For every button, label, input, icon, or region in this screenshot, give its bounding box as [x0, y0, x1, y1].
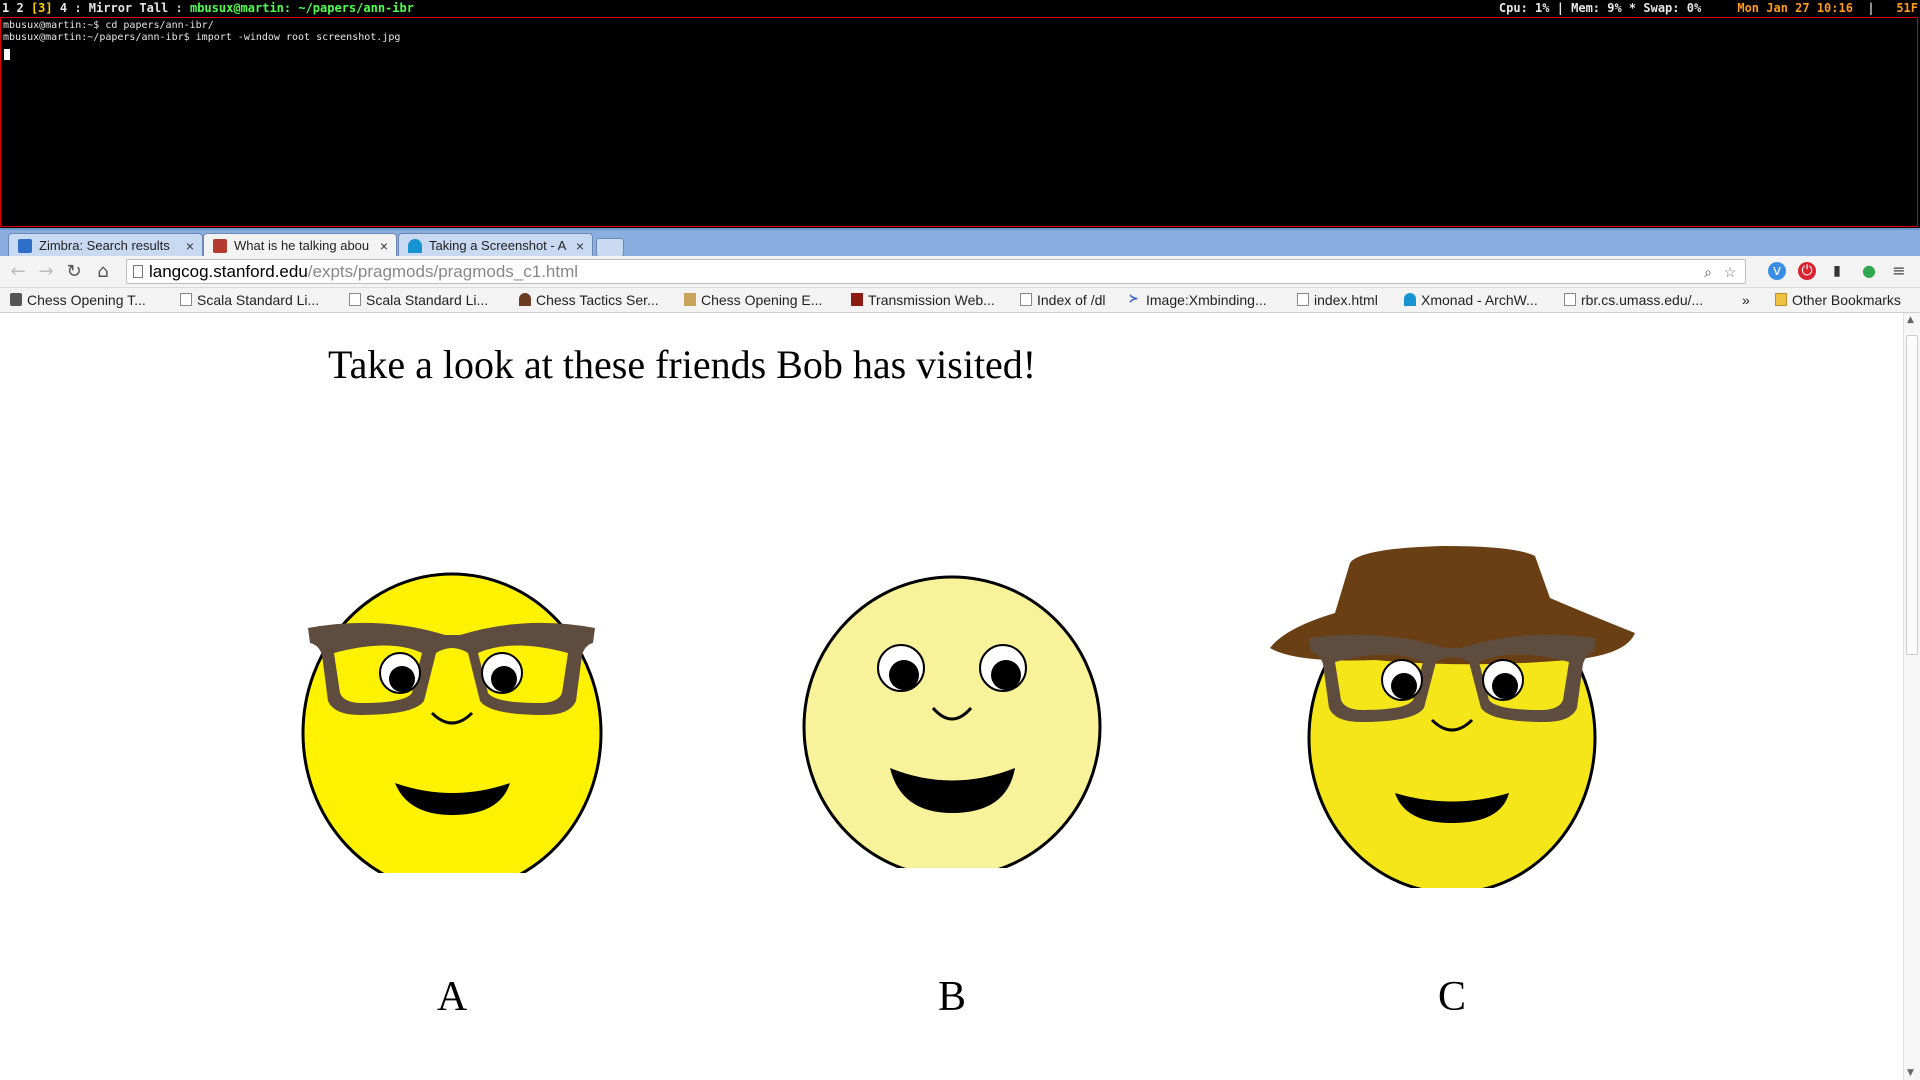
tab-label: What is he talking abou — [234, 238, 370, 253]
bookmark-item[interactable]: Chess Opening T... — [8, 288, 146, 312]
chess-icon — [684, 293, 696, 306]
zoom-icon[interactable]: ⌕ — [1699, 263, 1717, 281]
bookmark-item[interactable]: Xmonad - ArchW... — [1402, 288, 1538, 312]
scroll-up-arrow-icon[interactable]: ▲ — [1907, 315, 1914, 325]
tab-strip: Zimbra: Search results × What is he talk… — [0, 228, 1920, 259]
xmonad-icon: ≻ — [1129, 293, 1139, 305]
page-icon — [180, 293, 192, 306]
puzzle-icon — [213, 239, 227, 253]
face-c-glasses-hat[interactable] — [1265, 488, 1645, 888]
knight-icon — [519, 293, 531, 306]
tab-label: Zimbra: Search results — [39, 238, 170, 253]
layout-name: Mirror Tall — [88, 1, 169, 15]
vertical-scrollbar[interactable]: ▲ ▼ — [1903, 313, 1920, 1080]
choice-label-c[interactable]: C — [1392, 973, 1512, 1021]
bookmarks-overflow-button[interactable]: » — [1742, 288, 1750, 312]
separator — [1708, 1, 1730, 15]
bookmark-item[interactable]: Index of /dl — [1018, 288, 1106, 312]
bookmark-item[interactable]: Scala Standard Li... — [178, 288, 319, 312]
pupil-icon — [491, 666, 517, 692]
page-icon — [1020, 293, 1032, 306]
temperature: 51F — [1896, 1, 1918, 15]
pupil-icon — [1391, 673, 1417, 699]
workspace-4[interactable]: 4 — [60, 1, 67, 15]
scroll-down-arrow-icon[interactable]: ▼ — [1907, 1068, 1914, 1078]
page-icon — [349, 293, 361, 306]
close-tab-icon[interactable]: × — [576, 234, 584, 258]
browser-window: Zimbra: Search results × What is he talk… — [0, 228, 1920, 1080]
home-icon[interactable]: ⌂ — [91, 260, 115, 284]
face-b-head — [802, 575, 1102, 868]
other-bookmarks-folder[interactable]: Other Bookmarks — [1773, 288, 1901, 312]
back-arrow-icon[interactable]: ← — [6, 260, 30, 284]
terminal-cursor — [4, 49, 10, 60]
terminal-window[interactable]: mbusux@martin:~$ cd papers/ann-ibr/ mbus… — [0, 17, 1918, 227]
workspace-1[interactable]: 1 — [2, 1, 9, 15]
choice-label-a[interactable]: A — [392, 973, 512, 1021]
folder-icon — [1775, 293, 1787, 306]
workspace-3-current[interactable]: [3] — [31, 1, 53, 15]
extension-phone-icon[interactable]: ▮ — [1828, 262, 1846, 280]
page-icon — [133, 265, 143, 278]
page-title: Take a look at these friends Bob has vis… — [328, 342, 1037, 387]
bookmark-item[interactable]: Chess Opening E... — [682, 288, 822, 312]
separator: | — [1860, 1, 1890, 15]
page-content: Take a look at these friends Bob has vis… — [0, 313, 1903, 1080]
chess-icon — [10, 293, 22, 306]
face-b-plain[interactable] — [795, 508, 1115, 868]
arch-icon — [1404, 293, 1416, 306]
page-icon — [1564, 293, 1576, 306]
bookmark-item[interactable]: rbr.cs.umass.edu/... — [1562, 288, 1703, 312]
status-right: Cpu: 1% | Mem: 9% * Swap: 0% Mon Jan 27 … — [1499, 0, 1918, 17]
browser-toolbar: ← → ↻ ⌂ langcog.stanford.edu/expts/pragm… — [0, 256, 1920, 288]
star-icon[interactable]: ☆ — [1721, 263, 1739, 281]
address-bar[interactable]: langcog.stanford.edu/expts/pragmods/prag… — [126, 259, 1746, 284]
pupil-icon — [889, 660, 919, 690]
close-tab-icon[interactable]: × — [380, 234, 388, 258]
scrollbar-thumb[interactable] — [1906, 335, 1918, 655]
arch-icon — [408, 239, 422, 253]
forward-arrow-icon[interactable]: → — [34, 260, 58, 284]
bookmark-item[interactable]: ≻ Image:Xmbinding... — [1127, 288, 1267, 312]
pupil-icon — [991, 660, 1021, 690]
extension-v-icon[interactable]: v — [1768, 262, 1786, 280]
window-title: mbusux@martin: ~/papers/ann-ibr — [189, 1, 414, 15]
reload-icon[interactable]: ↻ — [62, 260, 86, 284]
bookmark-item[interactable]: index.html — [1295, 288, 1378, 312]
pupil-icon — [389, 666, 415, 692]
face-a-glasses[interactable] — [290, 503, 620, 873]
xmobar-status-bar: 1 2 [3] 4 : Mirror Tall : mbusux@martin:… — [0, 0, 1920, 17]
status-left: 1 2 [3] 4 : Mirror Tall : mbusux@martin:… — [2, 0, 414, 17]
separator: : — [74, 1, 82, 15]
zimbra-icon — [18, 239, 32, 253]
extension-green-icon[interactable]: ● — [1860, 262, 1878, 280]
tab-screenshot[interactable]: Taking a Screenshot - A × — [398, 233, 593, 258]
workspace-2[interactable]: 2 — [16, 1, 23, 15]
new-tab-button[interactable] — [596, 238, 624, 257]
clock: Mon Jan 27 10:16 — [1737, 1, 1853, 15]
url-text: langcog.stanford.edu/expts/pragmods/prag… — [149, 262, 579, 281]
choice-label-b[interactable]: B — [892, 973, 1012, 1021]
separator: : — [175, 1, 183, 15]
bookmarks-bar: Chess Opening T... Scala Standard Li... … — [0, 288, 1920, 313]
adblock-icon[interactable]: ⏻ — [1798, 262, 1816, 280]
bookmark-item[interactable]: Chess Tactics Ser... — [517, 288, 659, 312]
tab-zimbra[interactable]: Zimbra: Search results × — [8, 233, 203, 258]
system-stats: Cpu: 1% | Mem: 9% * Swap: 0% — [1498, 1, 1702, 15]
transmission-icon — [851, 293, 863, 306]
page-icon — [1297, 293, 1309, 306]
close-tab-icon[interactable]: × — [186, 234, 194, 258]
menu-icon[interactable]: ≡ — [1890, 262, 1908, 280]
terminal-line: mbusux@martin:~/papers/ann-ibr$ import -… — [3, 32, 401, 43]
bookmark-item[interactable]: Scala Standard Li... — [347, 288, 488, 312]
tab-label: Taking a Screenshot - A — [429, 238, 567, 253]
bookmark-item[interactable]: Transmission Web... — [849, 288, 995, 312]
pupil-icon — [1492, 673, 1518, 699]
